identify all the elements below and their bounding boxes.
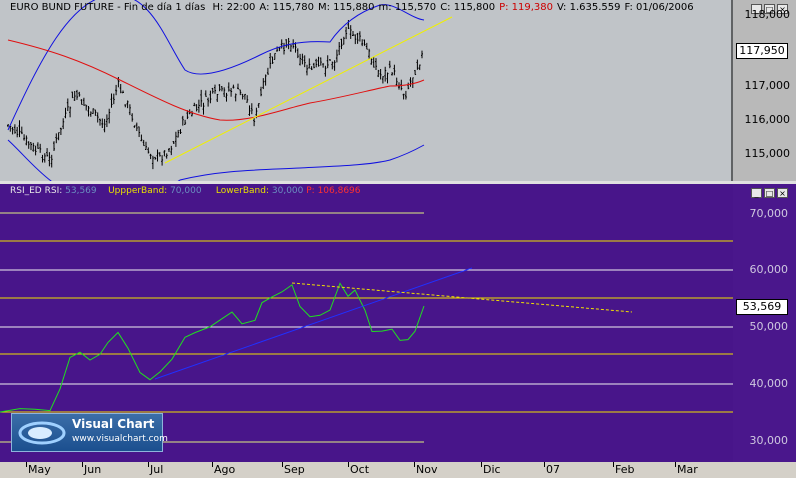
lower-band-line [7,139,425,203]
date-tick-label: Jun [84,463,102,476]
upper-band-label: UppperBand: [108,186,168,196]
upper-band-value: 70,000 [170,186,202,196]
rsi-close-button[interactable]: × [777,188,788,198]
date-tick-mark [613,462,614,467]
rsi-maximize-button[interactable]: □ [764,188,775,198]
date-tick-mark [544,462,545,467]
date-tick-label: Feb [615,463,635,476]
price-field: H: 22:00 [212,2,256,13]
rsi-window-buttons: _ □ × [751,188,788,198]
price-field: C: 115,800 [440,2,496,13]
price-tick-117: 117,000 [744,79,791,92]
rsi-line [0,282,425,413]
date-tick-mark [148,462,149,467]
date-tick-label: Jul [150,463,164,476]
current-price-tag: 117,950 [736,43,788,59]
lower-band-label: LowerBand: [215,186,269,196]
date-tick-label: Oct [350,463,370,476]
date-tick-mark [212,462,213,467]
price-field: A: 115,780 [259,2,314,13]
price-field: F: 01/06/2006 [624,2,694,13]
price-tick-116: 116,000 [744,113,791,126]
rsi-tick-60: 60,000 [749,263,789,276]
date-tick-mark [26,462,27,467]
price-field: M: 115,880 [318,2,375,13]
visual-chart-logo: Visual Chart www.visualchart.com [11,413,168,452]
price-tick-115: 115,000 [744,147,791,160]
rsi-tick-70: 70,000 [749,207,789,220]
rsi-tick-50: 50,000 [749,320,789,333]
date-tick-mark [282,462,283,467]
lower-band-value: 30,000 [271,186,304,196]
price-chart-pane[interactable]: EURO BUND FUTURE - Fin de día 1 días H: … [0,0,796,203]
price-trendline [164,16,453,164]
rsi-tick-40: 40,000 [749,377,789,390]
instrument-title: EURO BUND FUTURE - Fin de día 1 días [10,2,206,13]
rsi-minimize-button[interactable]: _ [751,188,762,198]
date-tick-label: Sep [284,463,305,476]
date-tick-label: Nov [416,463,438,476]
logo-title: Visual Chart [72,417,155,431]
date-tick-label: Dic [483,463,501,476]
date-tick-label: 07 [546,463,560,476]
price-plot-area[interactable]: EURO BUND FUTURE - Fin de día 1 días H: … [0,0,733,203]
date-tick-label: Mar [677,463,698,476]
date-axis: May Jun Jul Ago Sep Oct Nov Dic 07 Feb Mar [0,462,796,478]
rsi-p-value: P: 106,8696 [306,186,361,196]
date-tick-label: Ago [214,463,236,476]
rsi-value: 53,569 [65,186,97,196]
rsi-axis: _ □ × 70,000 60,000 50,000 40,000 30,000 [733,184,796,462]
date-tick-mark [414,462,415,467]
logo-url: www.visualchart.com [72,434,168,444]
date-tick-mark [481,462,482,467]
price-field: m: 115,570 [378,2,437,13]
date-tick-label: May [28,463,51,476]
date-tick-mark [675,462,676,467]
date-tick-mark [82,462,83,467]
price-chart-svg [7,0,733,203]
current-rsi-tag: 53,569 [736,299,788,315]
price-axis: _ □ × 118,000 117,000 116,000 115,000 [733,0,796,181]
rsi-header: RSI_ED RSI: 53,569 UppperBand: 70,000 Lo… [10,186,361,196]
rsi-title: RSI_ED RSI: [10,186,63,196]
price-header: EURO BUND FUTURE - Fin de día 1 días H: … [10,2,698,13]
date-tick-mark [348,462,349,467]
price-field: P: 119,380 [499,2,554,13]
rsi-tick-30: 30,000 [749,434,789,447]
logo-swirl-icon [18,421,66,445]
price-field: V: 1.635.559 [557,2,621,13]
price-tick-118: 118,000 [744,8,791,21]
